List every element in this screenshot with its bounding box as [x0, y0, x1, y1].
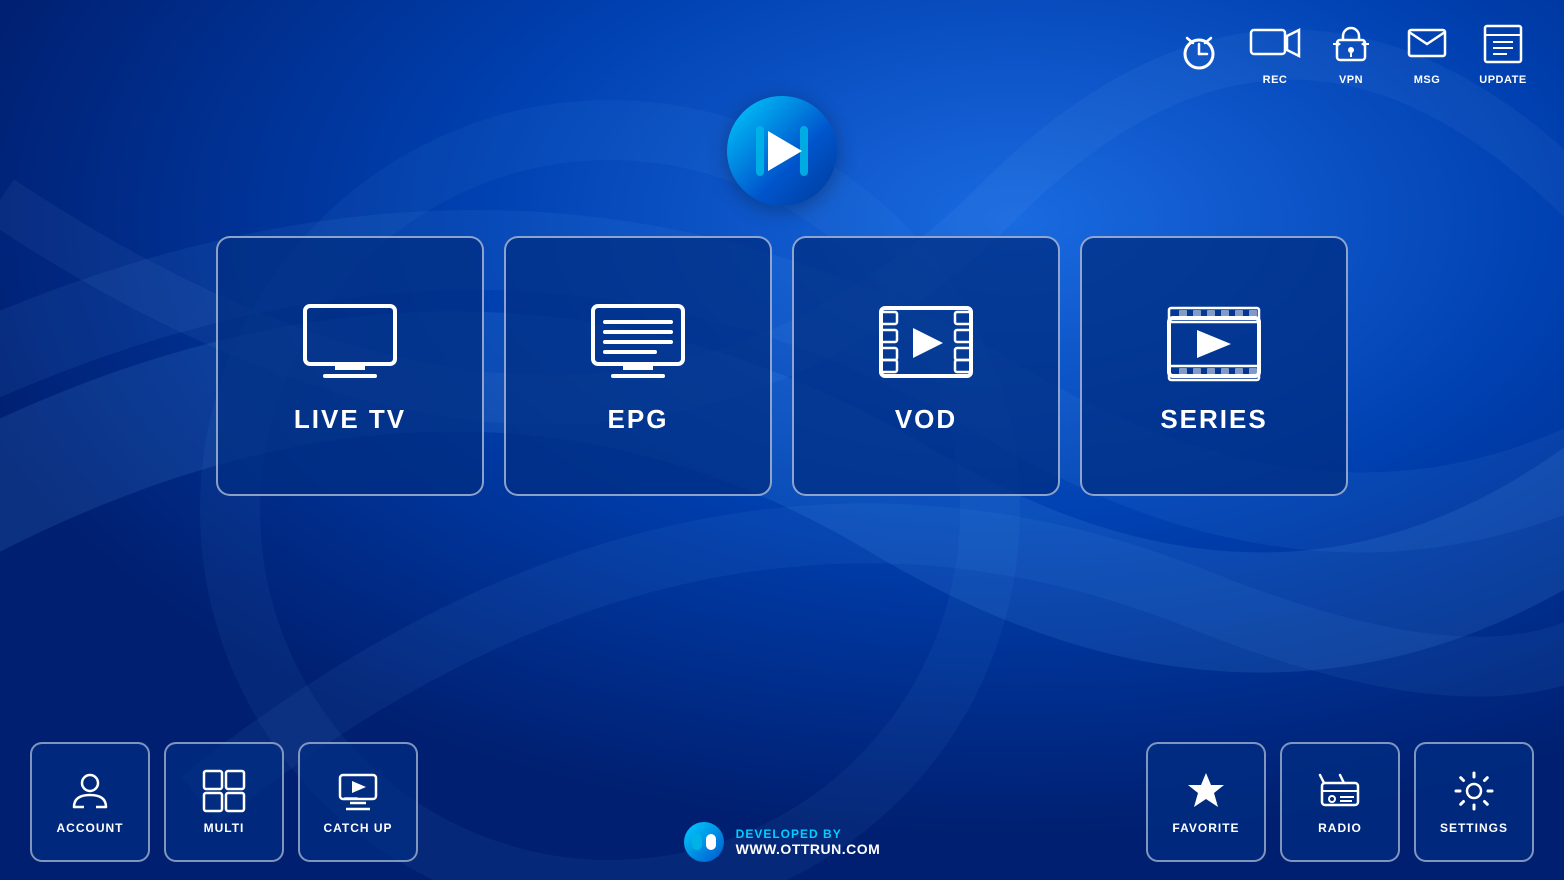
- bottom-left-group: ACCOUNT MULTI: [30, 742, 418, 862]
- favorite-label: FAVORITE: [1172, 821, 1239, 835]
- top-icons: REC VPN: [1168, 18, 1534, 86]
- multi-card[interactable]: MULTI: [164, 742, 284, 862]
- settings-icon: [1452, 769, 1496, 813]
- series-icon: [1159, 298, 1269, 388]
- vpn-icon: [1329, 22, 1373, 66]
- multi-label: MULTI: [204, 821, 245, 835]
- developer-text: DEVELOPED BY WWW.OTTRUN.COM: [736, 827, 881, 857]
- radio-card[interactable]: RADIO: [1280, 742, 1400, 862]
- logo-icon: [752, 116, 812, 186]
- radio-label: RADIO: [1318, 821, 1362, 835]
- top-bar: REC VPN: [0, 0, 1564, 86]
- vpn-button[interactable]: VPN: [1320, 18, 1382, 86]
- rec-label: REC: [1263, 74, 1288, 86]
- account-label: ACCOUNT: [57, 821, 124, 835]
- developer-line2: WWW.OTTRUN.COM: [736, 841, 881, 857]
- logo-area: [727, 96, 837, 206]
- account-icon: [68, 769, 112, 813]
- bottom-right-group: FAVORITE RADIO: [1146, 742, 1534, 862]
- catch-up-card[interactable]: CATCH UP: [298, 742, 418, 862]
- settings-card[interactable]: SETTINGS: [1414, 742, 1534, 862]
- live-tv-card[interactable]: LIVE TV: [216, 236, 484, 496]
- update-label: UPDATE: [1479, 74, 1526, 86]
- msg-icon: [1405, 22, 1449, 66]
- main-grid: LIVE TV EPG: [216, 236, 1348, 496]
- radio-icon: [1318, 769, 1362, 813]
- msg-button[interactable]: MSG: [1396, 18, 1458, 86]
- catch-up-icon: [336, 769, 380, 813]
- epg-card[interactable]: EPG: [504, 236, 772, 496]
- multi-icon: [202, 769, 246, 813]
- app-logo: [727, 96, 837, 206]
- bottom-bar: ACCOUNT MULTI: [0, 742, 1564, 880]
- dev-logo-icon: [690, 828, 718, 856]
- live-tv-icon: [295, 298, 405, 388]
- favorite-card[interactable]: FAVORITE: [1146, 742, 1266, 862]
- developer-line1: DEVELOPED BY: [736, 827, 881, 841]
- rec-button[interactable]: REC: [1244, 18, 1306, 86]
- msg-label: MSG: [1414, 74, 1441, 86]
- series-card[interactable]: SERIES: [1080, 236, 1348, 496]
- epg-icon: [583, 298, 693, 388]
- rec-icon: [1249, 22, 1301, 66]
- series-label: SERIES: [1160, 404, 1267, 435]
- account-card[interactable]: ACCOUNT: [30, 742, 150, 862]
- catch-up-label: CATCH UP: [323, 821, 392, 835]
- epg-label: EPG: [608, 404, 669, 435]
- settings-label: SETTINGS: [1440, 821, 1508, 835]
- vod-icon: [871, 298, 981, 388]
- alarm-icon: [1177, 30, 1221, 74]
- developer-logo: [684, 822, 724, 862]
- alarm-button[interactable]: [1168, 26, 1230, 78]
- developer-credit: DEVELOPED BY WWW.OTTRUN.COM: [684, 822, 881, 862]
- favorite-icon: [1184, 769, 1228, 813]
- vod-card[interactable]: VOD: [792, 236, 1060, 496]
- vod-label: VOD: [895, 404, 957, 435]
- update-button[interactable]: UPDATE: [1472, 18, 1534, 86]
- update-icon: [1481, 22, 1525, 66]
- vpn-label: VPN: [1339, 74, 1363, 86]
- live-tv-label: LIVE TV: [294, 404, 406, 435]
